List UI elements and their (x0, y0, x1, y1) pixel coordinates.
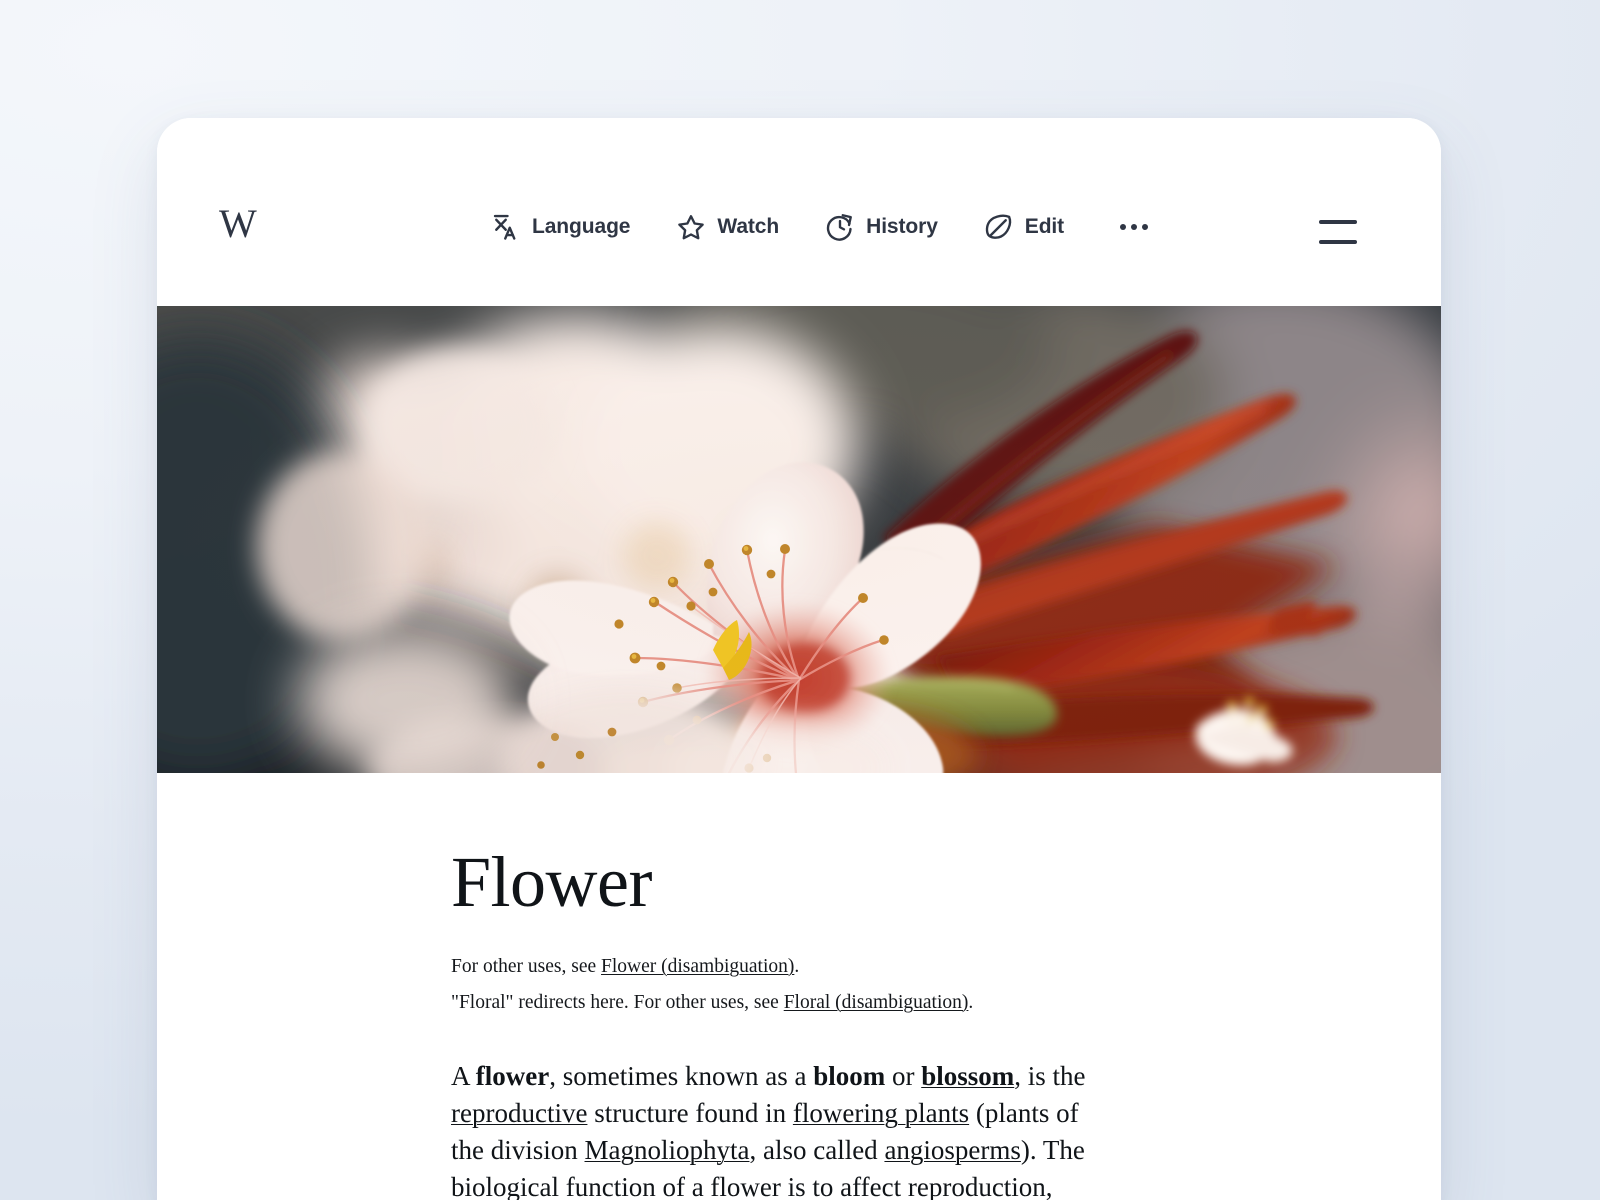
hatnote-prefix: "Floral" redirects here. For other uses,… (451, 991, 784, 1013)
lead-text: , also called (749, 1134, 885, 1165)
article-card: W Language Watch History Edit Flower For… (157, 118, 1441, 1200)
hatnote: "Floral" redirects here. For other uses,… (451, 989, 1381, 1017)
nav-item-watch[interactable]: Watch (676, 206, 801, 248)
lead-link-blossom[interactable]: blossom (921, 1061, 1014, 1091)
article-body: Flower For other uses, see Flower (disam… (157, 846, 1441, 1200)
hero-illustration (157, 306, 1441, 773)
ellipsis-dot (1131, 224, 1138, 230)
wikipedia-w-logo[interactable]: W (219, 204, 257, 244)
hamburger-menu-icon[interactable] (1319, 220, 1357, 244)
history-clock-icon (825, 212, 855, 242)
lead-link-magnoliophyta[interactable]: Magnoliophyta (585, 1135, 750, 1165)
lead-text: , is the (1014, 1061, 1086, 1092)
nav-item-label: Edit (1024, 215, 1065, 238)
hatnote-link[interactable]: Flower (disambiguation) (601, 956, 794, 977)
lead-bold-bloom: bloom (813, 1061, 886, 1092)
hatnote-group: For other uses, see Flower (disambiguati… (451, 953, 1381, 1016)
ellipsis-icon[interactable] (1112, 214, 1156, 240)
nav-item-label: Watch (717, 215, 780, 238)
nav-item-label: History (866, 215, 938, 238)
lead-link-angiosperms[interactable]: angiosperms (884, 1135, 1020, 1165)
lead-link-flowering-plants[interactable]: flowering plants (793, 1098, 969, 1128)
leaf-pen-icon (984, 212, 1014, 242)
hatnote-link[interactable]: Floral (disambiguation) (784, 992, 969, 1013)
lead-link-reproductive[interactable]: reproductive (451, 1098, 587, 1128)
lead-text: or (885, 1061, 922, 1092)
hatnote-prefix: For other uses, see (451, 956, 602, 977)
page-title: Flower (451, 842, 652, 922)
lead-bold-flower: flower (475, 1061, 550, 1092)
hamburger-line (1319, 220, 1357, 224)
nav-item-history[interactable]: History (825, 206, 960, 248)
ellipsis-dot (1120, 224, 1127, 230)
lead-text: structure found in (587, 1098, 793, 1129)
hero-image (157, 306, 1441, 773)
hatnote-suffix: . (968, 991, 974, 1013)
translate-icon (491, 212, 521, 242)
hamburger-line (1319, 240, 1357, 244)
lead-paragraph: A flower, sometimes known as a bloom or … (451, 1058, 1111, 1200)
nav-item-edit[interactable]: Edit (984, 206, 1086, 248)
nav-item-label: Language (532, 215, 631, 238)
nav-items-group: Language Watch History Edit (491, 206, 1156, 248)
desktop-background: W Language Watch History Edit Flower For… (0, 0, 1600, 1200)
lead-text: A (451, 1061, 476, 1092)
top-navigation-bar: W Language Watch History Edit (157, 118, 1441, 306)
nav-item-language[interactable]: Language (491, 206, 652, 248)
star-icon (676, 212, 706, 242)
hatnote-suffix: . (794, 956, 800, 977)
hatnote: For other uses, see Flower (disambiguati… (451, 953, 1381, 981)
lead-text: , sometimes known as a (549, 1061, 814, 1092)
ellipsis-dot (1142, 224, 1149, 230)
